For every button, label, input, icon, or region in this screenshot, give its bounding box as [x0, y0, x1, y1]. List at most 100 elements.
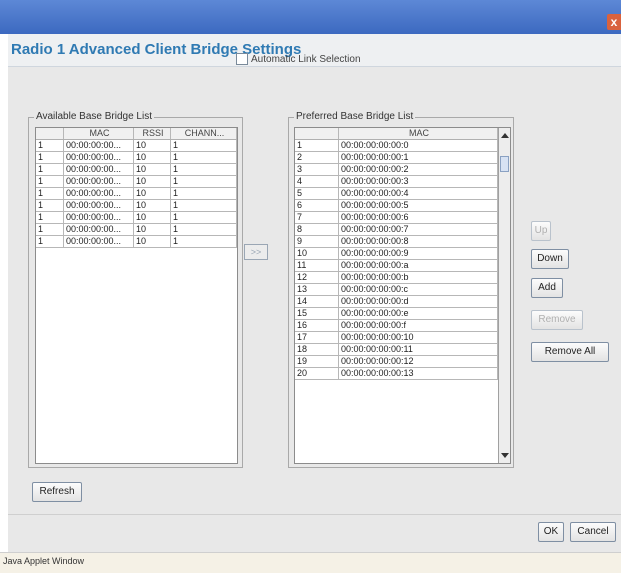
table-cell: 1	[171, 200, 237, 211]
table-cell: 00:00:00:00:00:b	[339, 272, 498, 283]
table-row[interactable]: 1 00:00:00:00... 10 1	[36, 140, 237, 152]
remove-button[interactable]: Remove	[531, 310, 583, 330]
table-row[interactable]: 1 00:00:00:00... 10 1	[36, 200, 237, 212]
table-cell: 1	[36, 236, 64, 247]
column-header[interactable]	[36, 128, 64, 139]
column-header[interactable]	[295, 128, 339, 139]
available-list-title: Available Base Bridge List	[34, 111, 154, 122]
table-cell: 1	[171, 152, 237, 163]
table-cell: 00:00:00:00:00:4	[339, 188, 498, 199]
table-row[interactable]: 4 00:00:00:00:00:3	[295, 176, 498, 188]
table-cell: 00:00:00:00:00:a	[339, 260, 498, 271]
table-row[interactable]: 1 00:00:00:00... 10 1	[36, 212, 237, 224]
move-right-button[interactable]: >>	[244, 244, 268, 260]
table-row[interactable]: 1 00:00:00:00... 10 1	[36, 176, 237, 188]
table-cell: 00:00:00:00:00:1	[339, 152, 498, 163]
table-cell: 00:00:00:00...	[64, 164, 134, 175]
table-cell: 1	[36, 140, 64, 151]
table-cell: 10	[134, 224, 171, 235]
table-row[interactable]: 2 00:00:00:00:00:1	[295, 152, 498, 164]
cancel-button[interactable]: Cancel	[570, 522, 616, 542]
status-bar: Java Applet Window	[0, 552, 621, 573]
table-cell: 1	[171, 212, 237, 223]
table-cell: 00:00:00:00...	[64, 140, 134, 151]
preferred-scrollbar[interactable]	[498, 128, 510, 463]
table-row[interactable]: 14 00:00:00:00:00:d	[295, 296, 498, 308]
table-row[interactable]: 17 00:00:00:00:00:10	[295, 332, 498, 344]
table-row[interactable]: 9 00:00:00:00:00:8	[295, 236, 498, 248]
table-cell: 00:00:00:00:00:6	[339, 212, 498, 223]
table-row[interactable]: 1 00:00:00:00... 10 1	[36, 224, 237, 236]
table-cell: 1	[295, 140, 339, 151]
table-cell: 19	[295, 356, 339, 367]
table-cell: 1	[171, 140, 237, 151]
column-header[interactable]: CHANN...	[171, 128, 237, 139]
remove-all-button[interactable]: Remove All	[531, 342, 609, 362]
table-cell: 10	[134, 176, 171, 187]
table-cell: 00:00:00:00...	[64, 188, 134, 199]
table-cell: 00:00:00:00:00:3	[339, 176, 498, 187]
table-cell: 5	[295, 188, 339, 199]
table-cell: 1	[171, 236, 237, 247]
scroll-thumb[interactable]	[500, 156, 509, 172]
table-cell: 10	[134, 164, 171, 175]
table-row[interactable]: 12 00:00:00:00:00:b	[295, 272, 498, 284]
table-row[interactable]: 20 00:00:00:00:00:13	[295, 368, 498, 380]
table-cell: 15	[295, 308, 339, 319]
table-row[interactable]: 3 00:00:00:00:00:2	[295, 164, 498, 176]
available-bridge-table[interactable]: MAC RSSI CHANN... 1 00:00:00:00... 10 1 1 00:00…	[35, 127, 238, 464]
table-cell: 00:00:00:00...	[64, 236, 134, 247]
close-icon[interactable]: x	[607, 14, 621, 30]
add-button[interactable]: Add	[531, 278, 563, 298]
table-row[interactable]: 1 00:00:00:00:00:0	[295, 140, 498, 152]
table-cell: 9	[295, 236, 339, 247]
table-row[interactable]: 6 00:00:00:00:00:5	[295, 200, 498, 212]
ok-button[interactable]: OK	[538, 522, 564, 542]
table-row[interactable]: 11 00:00:00:00:00:a	[295, 260, 498, 272]
table-cell: 00:00:00:00...	[64, 176, 134, 187]
down-button[interactable]: Down	[531, 249, 569, 269]
table-row[interactable]: 8 00:00:00:00:00:7	[295, 224, 498, 236]
table-cell: 00:00:00:00:00:5	[339, 200, 498, 211]
table-row[interactable]: 5 00:00:00:00:00:4	[295, 188, 498, 200]
table-row[interactable]: 7 00:00:00:00:00:6	[295, 212, 498, 224]
table-cell: 10	[134, 152, 171, 163]
table-row[interactable]: 10 00:00:00:00:00:9	[295, 248, 498, 260]
column-header[interactable]: MAC	[64, 128, 134, 139]
table-cell: 1	[36, 176, 64, 187]
table-cell: 00:00:00:00:00:c	[339, 284, 498, 295]
table-row[interactable]: 16 00:00:00:00:00:f	[295, 320, 498, 332]
column-header[interactable]: RSSI	[134, 128, 171, 139]
table-row[interactable]: 18 00:00:00:00:00:11	[295, 344, 498, 356]
table-cell: 00:00:00:00:00:10	[339, 332, 498, 343]
window-title-bar: x	[0, 0, 621, 34]
table-cell: 12	[295, 272, 339, 283]
refresh-button[interactable]: Refresh	[32, 482, 82, 502]
table-row[interactable]: 19 00:00:00:00:00:12	[295, 356, 498, 368]
column-header[interactable]: MAC	[339, 128, 498, 139]
table-row[interactable]: 1 00:00:00:00... 10 1	[36, 188, 237, 200]
table-cell: 10	[134, 200, 171, 211]
scroll-up-icon[interactable]	[501, 133, 509, 138]
table-cell: 3	[295, 164, 339, 175]
table-cell: 1	[171, 176, 237, 187]
table-cell: 00:00:00:00:00:d	[339, 296, 498, 307]
automatic-link-selection[interactable]: Automatic Link Selection	[236, 53, 361, 65]
preferred-bridge-table[interactable]: MAC 1 00:00:00:00:00:0 2 00:00:00:00:00:1 3 0…	[294, 127, 511, 464]
table-row[interactable]: 1 00:00:00:00... 10 1	[36, 164, 237, 176]
table-row[interactable]: 1 00:00:00:00... 10 1	[36, 152, 237, 164]
table-row[interactable]: 15 00:00:00:00:00:e	[295, 308, 498, 320]
table-cell: 4	[295, 176, 339, 187]
table-cell: 1	[171, 164, 237, 175]
up-button[interactable]: Up	[531, 221, 551, 241]
table-cell: 00:00:00:00:00:f	[339, 320, 498, 331]
table-cell: 18	[295, 344, 339, 355]
table-cell: 00:00:00:00...	[64, 200, 134, 211]
scroll-down-icon[interactable]	[501, 453, 509, 458]
table-cell: 00:00:00:00...	[64, 212, 134, 223]
table-cell: 10	[134, 212, 171, 223]
table-cell: 7	[295, 212, 339, 223]
automatic-link-checkbox[interactable]	[236, 53, 248, 65]
table-row[interactable]: 1 00:00:00:00... 10 1	[36, 236, 237, 248]
table-row[interactable]: 13 00:00:00:00:00:c	[295, 284, 498, 296]
